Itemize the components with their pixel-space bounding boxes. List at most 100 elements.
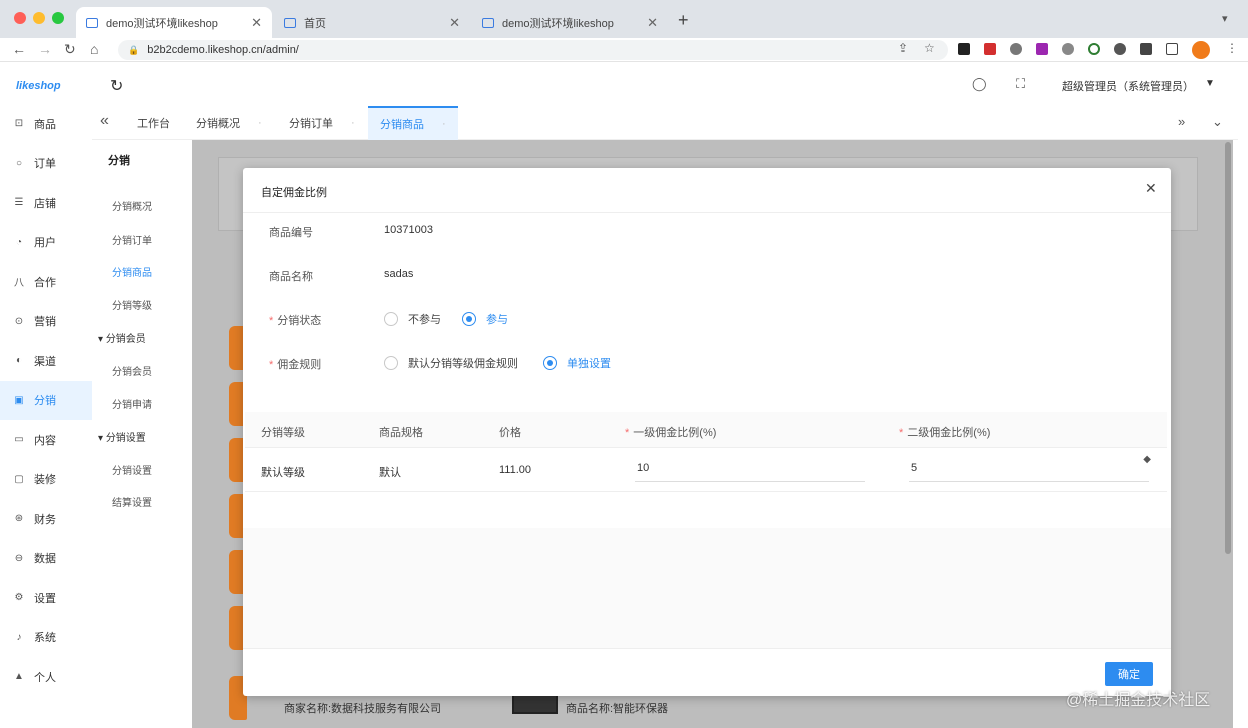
confirm-button[interactable]: 确定 <box>1105 662 1153 686</box>
url-field[interactable]: 🔒 b2b2cdemo.likeshop.cn/admin/ <box>118 40 948 60</box>
column-header-text: 一级佣金比例(%) <box>633 427 717 439</box>
home-icon[interactable]: ⌂ <box>90 41 98 57</box>
tab-separator: · <box>442 118 446 130</box>
user-menu[interactable]: 超级管理员（系统管理员） <box>1062 78 1194 94</box>
content-icon: ▭ <box>14 434 24 446</box>
sub-menu-group[interactable]: ▾ 分销会员 <box>98 330 146 345</box>
sub-menu-item[interactable]: 分销商品 <box>112 264 152 279</box>
number-stepper-icon[interactable]: ◆ <box>1143 454 1151 465</box>
reload-icon[interactable]: ↻ <box>64 41 76 58</box>
cell-level: 默认等级 <box>261 467 305 479</box>
sidebar-item-label: 订单 <box>34 158 56 171</box>
sub-menu-item[interactable]: 结算设置 <box>112 494 152 509</box>
extension-icon[interactable] <box>1036 43 1048 55</box>
close-icon[interactable]: ✕ <box>449 15 460 31</box>
sidebar-item-stores[interactable]: ☰ 店铺 <box>0 183 92 223</box>
close-icon[interactable]: ✕ <box>1145 180 1157 197</box>
extension-icon[interactable] <box>1062 43 1074 55</box>
sidebar-item-label: 系统 <box>34 632 56 645</box>
required-mark: * <box>269 315 274 327</box>
close-icon[interactable]: ✕ <box>251 15 262 31</box>
side-panel-icon[interactable] <box>1166 43 1178 55</box>
sidebar-item-partners[interactable]: 八合作 <box>0 262 92 302</box>
goods-name-text: 商品名称:智能环保器 <box>566 703 669 715</box>
sidebar-item-orders[interactable]: ○ 订单 <box>0 144 92 184</box>
bookmark-star-icon[interactable]: ☆ <box>924 41 935 55</box>
radio-not-participate[interactable]: 不参与 <box>384 311 441 327</box>
new-tab-icon[interactable]: + <box>678 10 689 31</box>
sidebar-item-data[interactable]: ⊖ 数据 <box>0 539 92 579</box>
sub-menu-item[interactable]: 分销会员 <box>112 363 152 378</box>
page-tab[interactable]: 分销概况 · <box>196 106 262 140</box>
chevron-down-icon[interactable]: ⌄ <box>1212 114 1223 130</box>
sidebar-item-label: 设置 <box>34 592 56 605</box>
participate-label: * 分销状态 <box>269 312 321 328</box>
page-tab[interactable]: 分销订单 · <box>289 106 355 140</box>
sidebar-item-distribution[interactable]: ▣ 分销 <box>0 380 92 420</box>
extensions-puzzle-icon[interactable] <box>1140 43 1152 55</box>
bag-icon: ⊡ <box>14 118 24 130</box>
extension-icon[interactable] <box>1088 43 1100 55</box>
sub-menu-item[interactable]: 分销概况 <box>112 198 152 213</box>
radio-default-rule[interactable]: 默认分销等级佣金规则 <box>384 355 518 371</box>
sidebar-item-users[interactable]: ◔ 用户 <box>0 223 92 263</box>
sidebar-item-label: 装修 <box>34 474 56 487</box>
sidebar-item-system[interactable]: ♪ 系统 <box>0 618 92 658</box>
browser-tab[interactable]: demo测试环境likeshop ✕ <box>76 7 272 38</box>
window-maximize-button[interactable] <box>52 12 64 24</box>
sidebar-item-label: 合作 <box>34 276 56 289</box>
page-tab[interactable]: 工作台 <box>137 106 170 140</box>
sidebar-item-label: 财务 <box>34 513 56 526</box>
sidebar-item-settings[interactable]: ⚙ 设置 <box>0 578 92 618</box>
window-minimize-button[interactable] <box>33 12 45 24</box>
sidebar-item-finance[interactable]: ⊛ 财务 <box>0 499 92 539</box>
radio-circle <box>384 356 398 370</box>
share-icon[interactable]: ⇪ <box>898 41 908 55</box>
sidebar-item-personal[interactable]: ▲ 个人 <box>0 657 92 697</box>
sub-menu-item[interactable]: 分销申请 <box>112 396 152 411</box>
second-ratio-input[interactable]: 5 <box>909 456 1149 482</box>
scrollbar[interactable] <box>1225 142 1231 554</box>
browser-tab[interactable]: 首页 ✕ <box>274 7 470 38</box>
sub-menu-group[interactable]: ▾ 分销设置 <box>98 429 146 444</box>
fullscreen-icon[interactable]: ⛶ <box>1016 76 1025 92</box>
radio-participate[interactable]: 参与 <box>462 311 508 327</box>
sidebar-item-decoration[interactable]: ▢ 装修 <box>0 460 92 500</box>
notification-bell-icon[interactable]: ◯ <box>972 76 987 92</box>
sidebar-item-channels[interactable]: ◐ 渠道 <box>0 341 92 381</box>
refresh-icon[interactable]: ↻ <box>110 76 123 96</box>
more-menu-icon[interactable]: ⋮ <box>1226 41 1238 55</box>
sidebar-item-content[interactable]: ▭ 内容 <box>0 420 92 460</box>
column-header-text: 二级佣金比例(%) <box>907 427 991 439</box>
profile-avatar[interactable] <box>1192 41 1210 59</box>
tab-search-chevron-icon[interactable]: ▾ <box>1222 12 1228 25</box>
extension-icon[interactable] <box>1114 43 1126 55</box>
address-bar: ← → ↻ ⌂ 🔒 b2b2cdemo.likeshop.cn/admin/ ⇪… <box>0 38 1248 62</box>
extension-icon[interactable] <box>1010 43 1022 55</box>
window-close-button[interactable] <box>14 12 26 24</box>
first-ratio-input[interactable]: 10 <box>635 456 865 482</box>
page-tab-active[interactable]: 分销商品 · <box>368 106 458 140</box>
sidebar-item-label: 商品 <box>34 118 56 131</box>
collapse-left-icon[interactable]: « <box>100 112 109 130</box>
extension-icon[interactable] <box>958 43 970 55</box>
caret-down-icon[interactable]: ▼ <box>1205 78 1215 89</box>
close-icon[interactable]: ✕ <box>647 15 658 31</box>
radio-custom-rule[interactable]: 单独设置 <box>543 355 611 371</box>
goods-code-value: 10371003 <box>384 224 433 236</box>
extension-icon[interactable] <box>984 43 996 55</box>
sidebar-item-goods[interactable]: ⊡ 商品 <box>0 104 92 144</box>
sidebar-item-marketing[interactable]: ⊙ 营销 <box>0 302 92 342</box>
forward-arrow-icon[interactable]: → <box>38 41 52 57</box>
scroll-right-icon[interactable]: » <box>1178 114 1185 129</box>
browser-tab[interactable]: demo测试环境likeshop ✕ <box>472 7 668 38</box>
sub-menu-item[interactable]: 分销订单 <box>112 232 152 247</box>
radio-circle <box>543 356 557 370</box>
table-row: 默认等级 默认 111.00 10 5 ◆ <box>245 448 1167 492</box>
second-ratio-value: 5 <box>911 462 918 474</box>
divider <box>243 212 1171 213</box>
back-arrow-icon[interactable]: ← <box>12 41 26 57</box>
sub-menu-item[interactable]: 分销设置 <box>112 462 152 477</box>
sub-menu-item[interactable]: 分销等级 <box>112 297 152 312</box>
caret-down-icon: ▾ <box>98 334 106 345</box>
